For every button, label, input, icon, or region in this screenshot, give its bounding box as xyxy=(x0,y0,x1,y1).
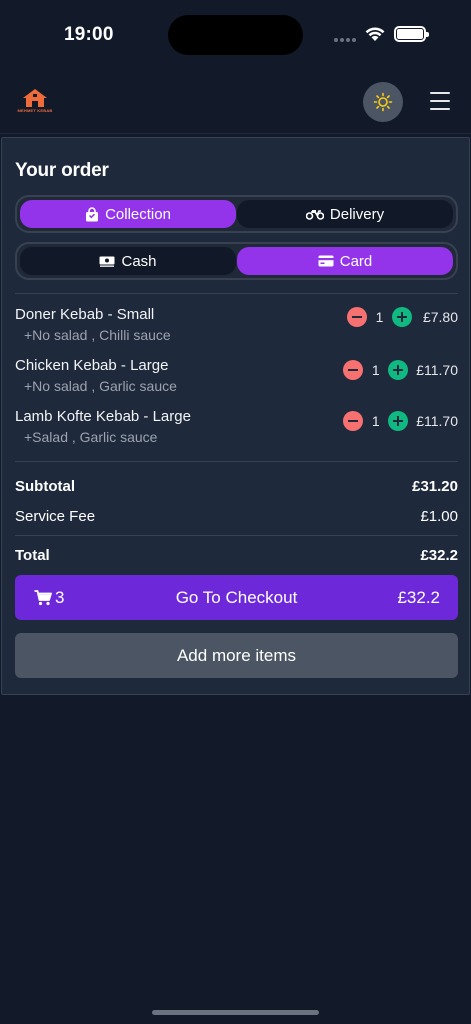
card-option[interactable]: Card xyxy=(237,247,453,275)
order-panel: Your order Collection Delivery Cash Card… xyxy=(1,137,470,695)
increase-quantity-button[interactable] xyxy=(392,307,412,327)
card-label: Card xyxy=(339,252,373,270)
motorcycle-icon xyxy=(305,210,324,220)
hamburger-menu-icon[interactable] xyxy=(430,92,450,110)
item-price: £11.70 xyxy=(416,413,458,429)
item-price: £11.70 xyxy=(416,362,458,378)
item-price: £7.80 xyxy=(422,309,458,325)
subtotal-label: Subtotal xyxy=(15,478,75,495)
add-more-items-button[interactable]: Add more items xyxy=(15,633,458,678)
summary-divider xyxy=(15,461,458,462)
item-name: Doner Kebab - Small xyxy=(15,306,155,323)
payment-toggle: Cash Card xyxy=(15,242,458,280)
item-name: Chicken Kebab - Large xyxy=(15,357,169,374)
minus-icon xyxy=(348,369,359,371)
minus-icon xyxy=(352,316,362,318)
credit-card-icon xyxy=(318,255,334,267)
theme-toggle-button[interactable] xyxy=(363,82,403,122)
item-options: +No salad , Garlic sauce xyxy=(24,378,177,394)
order-item: Lamb Kofte Kebab - Large +Salad , Garlic… xyxy=(15,408,458,454)
increase-quantity-button[interactable] xyxy=(388,360,409,380)
collection-option[interactable]: Collection xyxy=(20,200,236,228)
decrease-quantity-button[interactable] xyxy=(343,411,364,431)
service-fee-row: Service Fee £1.00 xyxy=(15,508,458,528)
total-label: Total xyxy=(15,547,50,564)
shopping-bag-icon xyxy=(86,206,99,221)
item-quantity: 1 xyxy=(371,362,380,378)
cash-label: Cash xyxy=(121,252,157,270)
service-fee-label: Service Fee xyxy=(15,508,96,525)
plus-icon xyxy=(393,416,404,426)
collection-label: Collection xyxy=(105,205,171,223)
home-indicator[interactable] xyxy=(152,1010,319,1015)
item-quantity: 1 xyxy=(375,309,384,325)
decrease-quantity-button[interactable] xyxy=(347,307,367,327)
quantity-stepper: 1 £7.80 xyxy=(347,307,458,327)
item-name: Lamb Kofte Kebab - Large xyxy=(15,408,191,425)
total-value: £32.2 xyxy=(420,547,458,564)
wifi-icon xyxy=(365,27,385,41)
delivery-option[interactable]: Delivery xyxy=(237,200,453,228)
quantity-stepper: 1 £11.70 xyxy=(343,411,458,431)
items-divider xyxy=(15,293,458,294)
total-divider xyxy=(15,535,458,536)
dynamic-island xyxy=(168,15,303,55)
logo-text: MEHMET KEBAB xyxy=(17,108,53,113)
quantity-stepper: 1 £11.70 xyxy=(343,360,458,380)
item-quantity: 1 xyxy=(371,413,380,429)
cash-option[interactable]: Cash xyxy=(20,247,236,275)
battery-icon xyxy=(394,26,429,42)
order-item: Chicken Kebab - Large +No salad , Garlic… xyxy=(15,357,458,403)
brand-logo[interactable]: MEHMET KEBAB xyxy=(17,87,53,115)
item-options: +Salad , Garlic sauce xyxy=(24,429,158,445)
status-time: 19:00 xyxy=(64,24,114,45)
minus-icon xyxy=(348,420,359,422)
top-nav: MEHMET KEBAB xyxy=(0,70,471,134)
cash-icon xyxy=(99,256,115,267)
house-logo-icon xyxy=(23,89,47,107)
subtotal-row: Subtotal £31.20 xyxy=(15,478,458,498)
increase-quantity-button[interactable] xyxy=(388,411,409,431)
order-item: Doner Kebab - Small +No salad , Chilli s… xyxy=(15,306,458,352)
delivery-label: Delivery xyxy=(329,205,385,223)
total-row: Total £32.2 xyxy=(15,547,458,567)
checkout-label: Go To Checkout xyxy=(175,588,298,607)
item-options: +No salad , Chilli sauce xyxy=(24,327,171,343)
service-fee-value: £1.00 xyxy=(420,508,458,525)
subtotal-value: £31.20 xyxy=(412,478,458,495)
cellular-signal-icon xyxy=(334,38,358,42)
plus-icon xyxy=(397,312,407,322)
checkout-button[interactable]: 3 Go To Checkout £32.2 xyxy=(15,575,458,620)
decrease-quantity-button[interactable] xyxy=(343,360,364,380)
sun-icon xyxy=(373,92,393,112)
plus-icon xyxy=(393,365,404,375)
checkout-total: £32.2 xyxy=(397,588,440,607)
order-title: Your order xyxy=(15,160,109,181)
status-bar: 19:00 xyxy=(0,0,471,70)
fulfilment-toggle: Collection Delivery xyxy=(15,195,458,233)
